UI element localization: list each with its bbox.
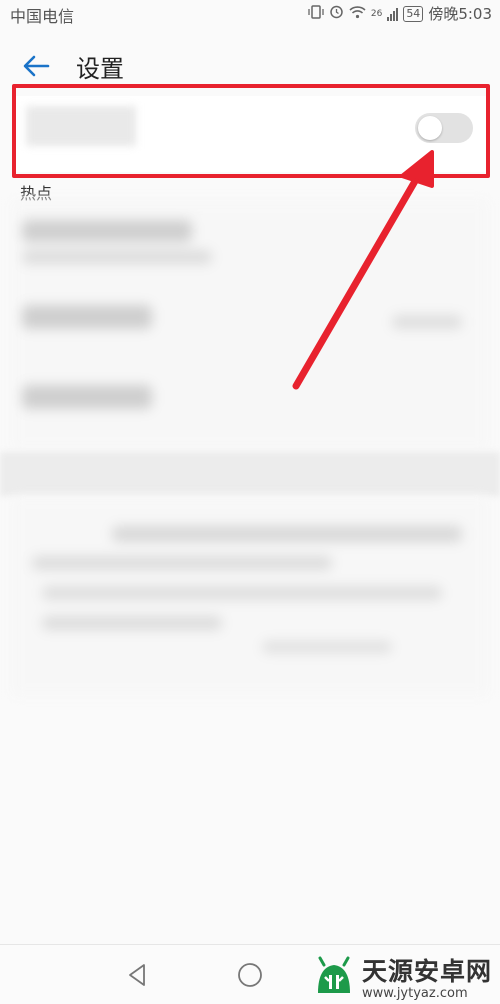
battery-icon: 54	[403, 5, 424, 22]
blurred-section-divider	[0, 452, 500, 496]
page-title: 设置	[76, 55, 124, 83]
android-logo-icon	[310, 953, 358, 1001]
wifi-icon	[349, 5, 366, 23]
carrier-name: 中国电信	[10, 7, 75, 26]
vibrate-icon	[308, 4, 324, 23]
status-bar: 中国电信 26 54 傍晚5:03	[0, 0, 500, 28]
signal-icon	[387, 7, 399, 21]
title-bar: 设置	[0, 40, 500, 90]
status-time: 傍晚5:03	[428, 5, 492, 23]
status-icons: 26 54 傍晚5:03	[308, 3, 492, 24]
nav-back-icon[interactable]	[124, 961, 152, 989]
back-arrow-icon[interactable]	[20, 50, 52, 82]
alarm-icon	[329, 4, 344, 23]
hotspot-toggle-switch[interactable]	[415, 113, 473, 143]
nav-home-icon[interactable]	[236, 961, 264, 989]
blurred-settings-group	[12, 200, 488, 450]
hotspot-toggle-row[interactable]	[12, 96, 488, 172]
network-type-label: 26	[370, 8, 383, 19]
watermark-brand: 天源安卓网	[361, 957, 492, 986]
blurred-setting-name	[26, 106, 136, 146]
toggle-knob	[418, 116, 442, 140]
watermark-url: www.jytyaz.com	[361, 986, 468, 1001]
watermark: 天源安卓网 www.jytyaz.com	[310, 952, 492, 1001]
blurred-description-group	[12, 496, 488, 696]
phone-screen: 中国电信 26 54 傍晚5:03 设置 热点 天源安卓网 www.jytyaz…	[0, 0, 500, 1004]
